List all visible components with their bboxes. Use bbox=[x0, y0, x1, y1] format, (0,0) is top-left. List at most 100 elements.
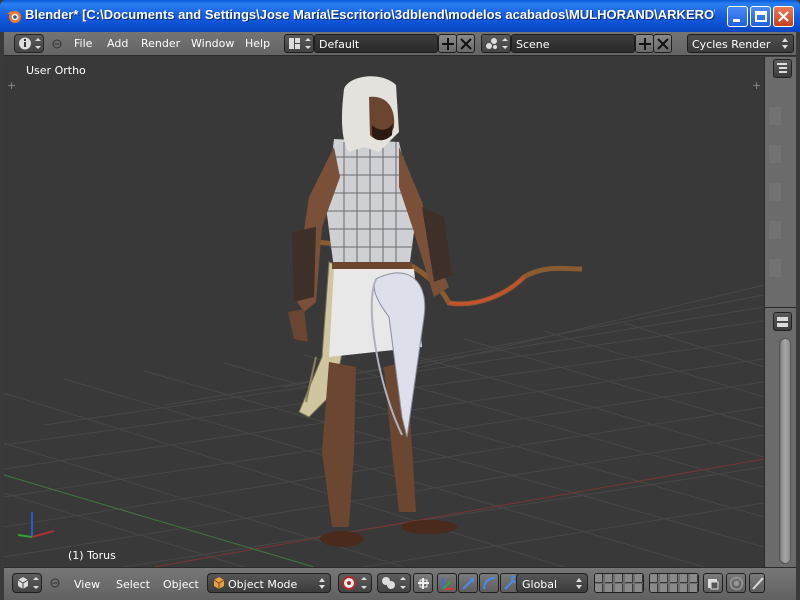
snap-toggle-button[interactable] bbox=[749, 573, 765, 593]
window-title: Blender* [C:\Documents and Settings\Jose… bbox=[25, 7, 715, 22]
layer-toggle[interactable] bbox=[670, 574, 678, 583]
rotate-manipulator-button[interactable] bbox=[479, 573, 499, 593]
properties-scrollbar[interactable] bbox=[779, 338, 791, 564]
scene-browse[interactable] bbox=[481, 34, 511, 53]
screen-layout-browse[interactable] bbox=[284, 34, 314, 53]
proportional-editing-button[interactable] bbox=[726, 573, 746, 593]
interaction-mode-select[interactable]: Object Mode bbox=[207, 573, 331, 593]
layer-toggle[interactable] bbox=[660, 584, 668, 592]
close-icon bbox=[778, 11, 789, 22]
snap-icon bbox=[752, 577, 764, 590]
add-scene-button[interactable] bbox=[635, 34, 654, 53]
render-engine-select[interactable]: Cycles Render bbox=[687, 34, 794, 53]
view-mode-label: User Ortho bbox=[26, 64, 86, 77]
3d-view-icon bbox=[17, 577, 39, 589]
outliner-row bbox=[769, 259, 781, 277]
menu-help[interactable]: Help bbox=[245, 37, 270, 50]
object-mode-icon bbox=[213, 577, 225, 589]
collapse-menus-icon[interactable] bbox=[52, 39, 62, 49]
layer-toggle[interactable] bbox=[635, 584, 643, 592]
delete-screen-button[interactable] bbox=[456, 34, 475, 53]
menu-view[interactable]: View bbox=[74, 578, 100, 591]
properties-expand-icon[interactable]: + bbox=[752, 80, 762, 91]
maximize-button[interactable] bbox=[750, 6, 771, 27]
screen-layout-icon bbox=[289, 38, 311, 49]
menu-render[interactable]: Render bbox=[141, 37, 180, 50]
close-button[interactable] bbox=[773, 6, 794, 27]
layer-toggle[interactable] bbox=[650, 584, 658, 592]
layer-toggle[interactable] bbox=[650, 574, 658, 583]
outliner-panel bbox=[764, 57, 796, 307]
layer-toggle[interactable] bbox=[615, 574, 623, 583]
menu-add[interactable]: Add bbox=[107, 37, 128, 50]
translate-manipulator-button[interactable] bbox=[437, 573, 457, 593]
minimize-icon bbox=[733, 19, 740, 22]
layer-toggle[interactable] bbox=[595, 584, 603, 592]
menu-select[interactable]: Select bbox=[116, 578, 150, 591]
scene-layers-group-1[interactable] bbox=[594, 573, 644, 593]
archer-model bbox=[288, 76, 583, 547]
x-icon bbox=[657, 38, 669, 50]
pivot-icon bbox=[382, 577, 406, 589]
3d-viewport[interactable]: User Ortho (1) Torus + + bbox=[4, 57, 764, 567]
outliner-row bbox=[769, 145, 781, 163]
screen-layout-field[interactable]: Default bbox=[314, 34, 438, 53]
arrow-icon bbox=[462, 578, 474, 590]
updown-arrows-icon bbox=[782, 38, 788, 49]
updown-arrows-icon bbox=[576, 578, 582, 589]
layer-toggle[interactable] bbox=[615, 584, 623, 592]
layer-toggle[interactable] bbox=[625, 584, 633, 592]
outliner-row bbox=[769, 107, 781, 125]
outliner-editor-button[interactable] bbox=[773, 59, 792, 78]
layers-lock-icon bbox=[708, 579, 719, 590]
properties-icon bbox=[777, 317, 788, 327]
updown-arrows-icon bbox=[319, 578, 325, 589]
view3d-editor-type-button[interactable] bbox=[12, 573, 42, 593]
menu-window[interactable]: Window bbox=[191, 37, 234, 50]
scene-icon bbox=[486, 38, 508, 49]
scene-layers-group-2[interactable] bbox=[649, 573, 699, 593]
properties-editor-button[interactable] bbox=[773, 312, 792, 331]
menu-object[interactable]: Object bbox=[163, 578, 199, 591]
delete-scene-button[interactable] bbox=[653, 34, 672, 53]
layer-toggle[interactable] bbox=[625, 574, 633, 583]
manipulator-icon bbox=[418, 578, 429, 589]
window-title-bar[interactable]: Blender* [C:\Documents and Settings\Jose… bbox=[0, 0, 800, 32]
x-icon bbox=[460, 38, 472, 50]
add-screen-button[interactable] bbox=[438, 34, 457, 53]
editor-type-button[interactable] bbox=[14, 34, 44, 53]
outliner-row bbox=[769, 221, 781, 239]
properties-panel bbox=[764, 307, 796, 567]
rotate-icon bbox=[483, 577, 496, 590]
toolbar-expand-icon[interactable]: + bbox=[7, 80, 17, 91]
layer-toggle[interactable] bbox=[680, 574, 688, 583]
scene-field[interactable]: Scene bbox=[511, 34, 635, 53]
viewport-shading-select[interactable] bbox=[338, 573, 372, 593]
minimize-button[interactable] bbox=[727, 6, 748, 27]
layer-toggle[interactable] bbox=[595, 574, 603, 583]
3d-view-header: View Select Object Object Mode Global bbox=[4, 567, 796, 600]
active-object-label: (1) Torus bbox=[68, 549, 116, 562]
layer-toggle[interactable] bbox=[670, 584, 678, 592]
layer-toggle[interactable] bbox=[660, 574, 668, 583]
info-icon bbox=[19, 37, 41, 50]
lock-camera-layers-button[interactable] bbox=[703, 573, 723, 593]
axes-manipulator-icon bbox=[442, 578, 454, 590]
menu-file[interactable]: File bbox=[74, 37, 92, 50]
layer-toggle[interactable] bbox=[690, 574, 698, 583]
transform-orientation-select[interactable]: Global bbox=[516, 573, 588, 593]
move-manipulator-button[interactable] bbox=[458, 573, 478, 593]
manipulator-center-button[interactable] bbox=[413, 573, 433, 593]
layer-toggle[interactable] bbox=[605, 584, 613, 592]
transform-orientation-value: Global bbox=[522, 578, 558, 591]
layer-toggle[interactable] bbox=[690, 584, 698, 592]
collapse-menus-icon[interactable] bbox=[50, 578, 60, 588]
pivot-point-select[interactable] bbox=[377, 573, 411, 593]
layer-toggle[interactable] bbox=[635, 574, 643, 583]
shading-icon bbox=[342, 576, 367, 590]
properties-scroll-thumb[interactable] bbox=[781, 339, 790, 563]
info-header: File Add Render Window Help Default Scen… bbox=[4, 32, 796, 56]
layer-toggle[interactable] bbox=[605, 574, 613, 583]
layer-toggle[interactable] bbox=[680, 584, 688, 592]
axes-widget bbox=[17, 512, 55, 538]
